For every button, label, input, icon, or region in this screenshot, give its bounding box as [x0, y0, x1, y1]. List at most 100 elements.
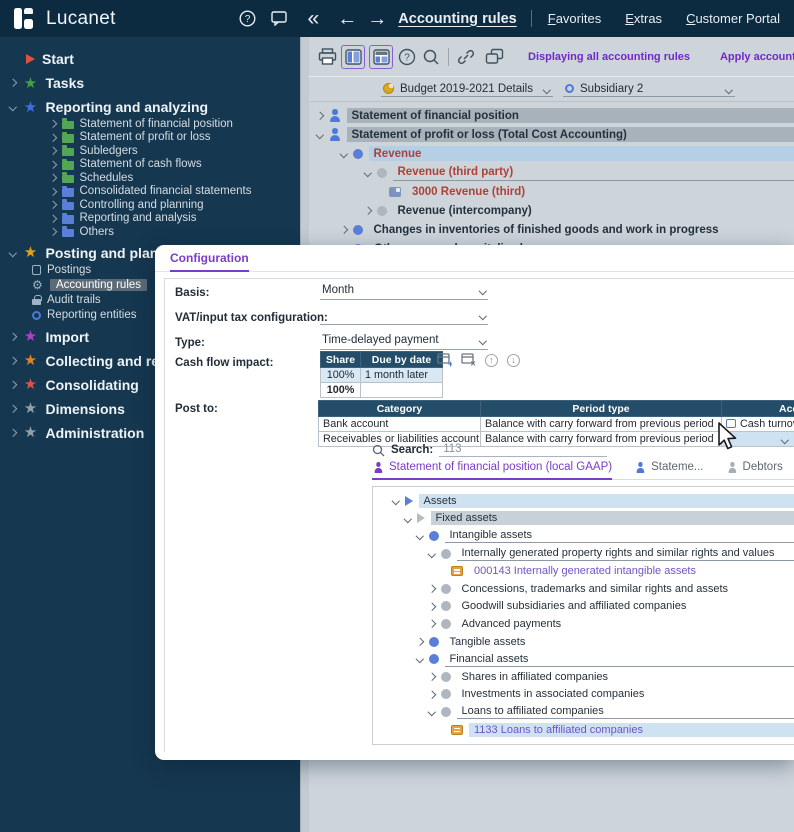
chevron-right-icon	[9, 381, 17, 389]
acc-row-concessions[interactable]: Concessions, trademarks and similar righ…	[373, 580, 794, 598]
vat-select[interactable]	[320, 308, 488, 325]
menu-favorites[interactable]: Favorites	[548, 11, 601, 26]
acc-row-shares-affiliated[interactable]: Shares in affiliated companies	[373, 668, 794, 686]
sidebar-item-others[interactable]: Others	[0, 225, 300, 239]
sidebar-item-statement-of-financial-position[interactable]: Statement of financial position	[0, 117, 300, 131]
account-dropdown-cell[interactable]	[722, 432, 794, 447]
forward-arrow-icon[interactable]: →	[366, 8, 388, 30]
node-dot-icon	[429, 637, 439, 647]
node-dot-icon	[377, 206, 387, 216]
type-select[interactable]: Time-delayed payment	[320, 333, 488, 350]
tree-row-financial-position[interactable]: Statement of financial position	[309, 106, 794, 125]
chevron-down-icon	[416, 532, 424, 540]
account-chart-tabs: Statement of financial position (local G…	[372, 461, 794, 480]
sidebar-item-tasks[interactable]: ★ Tasks	[0, 73, 300, 93]
entity-select[interactable]: Subsidiary 2	[563, 82, 735, 97]
folder-icon	[62, 134, 74, 143]
acc-row-1133[interactable]: 1133 Loans to affiliated companies	[373, 721, 794, 739]
node-dot-icon	[377, 168, 387, 178]
back-arrow-icon[interactable]: ←	[336, 8, 358, 30]
sidebar-item-statement-of-profit-or-loss[interactable]: Statement of profit or loss	[0, 131, 300, 145]
tab-financial-position-local-gaap[interactable]: Statement of financial position (local G…	[372, 461, 612, 480]
acc-row-investments-associated[interactable]: Investments in associated companies	[373, 686, 794, 704]
layout-panel-left-icon[interactable]	[341, 45, 365, 69]
tab-statement[interactable]: Stateme...	[634, 461, 703, 478]
tree-row-changes-in-inventories[interactable]: Changes in inventories of finished goods…	[309, 220, 794, 239]
person-icon	[726, 462, 736, 473]
tab-configuration[interactable]: Configuration	[170, 251, 249, 272]
node-dot-icon	[429, 654, 439, 664]
acc-row-000143[interactable]: 000143 Internally generated intangible a…	[373, 562, 794, 580]
search-input[interactable]: 113	[439, 443, 607, 457]
sidebar-item-consolidated-financial-statements[interactable]: Consolidated financial statements	[0, 185, 300, 199]
sidebar-item-statement-of-cash-flows[interactable]: Statement of cash flows	[0, 158, 300, 172]
sidebar-item-controlling-and-planning[interactable]: Controlling and planning	[0, 198, 300, 212]
chevron-right-icon	[416, 638, 424, 646]
acc-row-internally-generated[interactable]: Internally generated property rights and…	[373, 545, 794, 563]
search-label: Search:	[391, 444, 433, 456]
chevron-down-icon	[478, 287, 486, 295]
account-tree: Assets Fixed assets Intangible assets In…	[372, 486, 794, 745]
acc-row-assets[interactable]: Assets	[373, 492, 794, 510]
acc-row-loans-affiliated[interactable]: Loans to affiliated companies	[373, 703, 794, 721]
star-icon: ★	[23, 401, 39, 416]
chevron-right-icon	[9, 429, 17, 437]
chevron-down-icon	[428, 550, 436, 558]
chevron-down-icon	[364, 169, 372, 177]
sidebar-item-subledgers[interactable]: Subledgers	[0, 144, 300, 158]
folder-icon	[62, 202, 74, 211]
acc-row-fixed-assets[interactable]: Fixed assets	[373, 510, 794, 528]
tree-row-revenue[interactable]: Revenue	[309, 144, 794, 163]
link-icon[interactable]	[454, 45, 478, 69]
sidebar-item-schedules[interactable]: Schedules	[0, 171, 300, 185]
acc-row-financial-assets[interactable]: Financial assets	[373, 650, 794, 668]
help-circle-icon[interactable]: ?	[395, 45, 419, 69]
configuration-dialog: Configuration Basis: Month VAT/input tax…	[155, 245, 794, 760]
apply-rules-link[interactable]: Apply accounting rules to other jo	[720, 51, 794, 63]
chevron-down-icon	[724, 85, 732, 93]
menu-customer-portal[interactable]: Customer Portal	[686, 11, 780, 26]
move-up-icon[interactable]: ↑	[485, 354, 498, 367]
tree-row-profit-or-loss[interactable]: Statement of profit or loss (Total Cost …	[309, 125, 794, 144]
tree-row-revenue-intercompany[interactable]: Revenue (intercompany)	[309, 201, 794, 220]
chevron-down-icon	[9, 249, 17, 257]
brand-name: Lucanet	[46, 8, 116, 30]
sidebar-item-start[interactable]: Start	[0, 49, 300, 69]
chevron-right-icon	[316, 112, 324, 120]
search-icon	[372, 444, 385, 457]
add-row-icon[interactable]: +	[437, 353, 452, 367]
acc-row-intangible-assets[interactable]: Intangible assets	[373, 527, 794, 545]
acc-row-advanced-payments[interactable]: Advanced payments	[373, 615, 794, 633]
move-down-icon[interactable]: ↓	[507, 354, 520, 367]
acc-row-goodwill[interactable]: Goodwill subsidiaries and affiliated com…	[373, 598, 794, 616]
search-icon[interactable]	[419, 45, 443, 69]
chevron-right-icon	[9, 357, 17, 365]
chevron-right-icon	[364, 207, 372, 215]
delete-row-icon[interactable]: ×	[461, 353, 476, 367]
postto-row-bank[interactable]: Bank account Balance with carry forward …	[319, 417, 794, 432]
chevron-down-icon	[404, 515, 412, 523]
tree-row-3000-revenue[interactable]: 3000 Revenue (third)	[309, 182, 794, 201]
tab-debtors[interactable]: Debtors	[726, 461, 783, 478]
node-dot-icon	[353, 225, 363, 235]
feedback-icon[interactable]	[268, 8, 290, 30]
acc-row-tangible-assets[interactable]: Tangible assets	[373, 633, 794, 651]
sidebar-item-reporting-and-analysis[interactable]: Reporting and analysis	[0, 212, 300, 226]
node-dot-icon	[429, 531, 439, 541]
dataset-select[interactable]: Budget 2019-2021 Details	[381, 82, 553, 97]
postings-icon	[32, 265, 41, 275]
tree-row-revenue-third-party[interactable]: Revenue (third party)	[309, 163, 794, 182]
post-to-table: Category Period type Account Bank accoun…	[318, 400, 794, 447]
help-icon[interactable]: ?	[236, 8, 258, 30]
layout-panel-top-icon[interactable]	[369, 45, 393, 69]
star-icon: ★	[23, 100, 39, 115]
sidebar-item-reporting-and-analyzing[interactable]: ★ Reporting and analyzing	[0, 97, 300, 117]
collapse-history-icon[interactable]: «	[302, 8, 324, 30]
node-dot-icon	[441, 689, 451, 699]
account-icon	[451, 566, 463, 576]
cashflow-row[interactable]: 100% 1 month later	[321, 368, 443, 383]
menu-extras[interactable]: Extras	[625, 11, 662, 26]
copy-icon[interactable]	[482, 45, 506, 69]
print-icon[interactable]	[315, 45, 339, 69]
basis-select[interactable]: Month	[320, 283, 488, 300]
